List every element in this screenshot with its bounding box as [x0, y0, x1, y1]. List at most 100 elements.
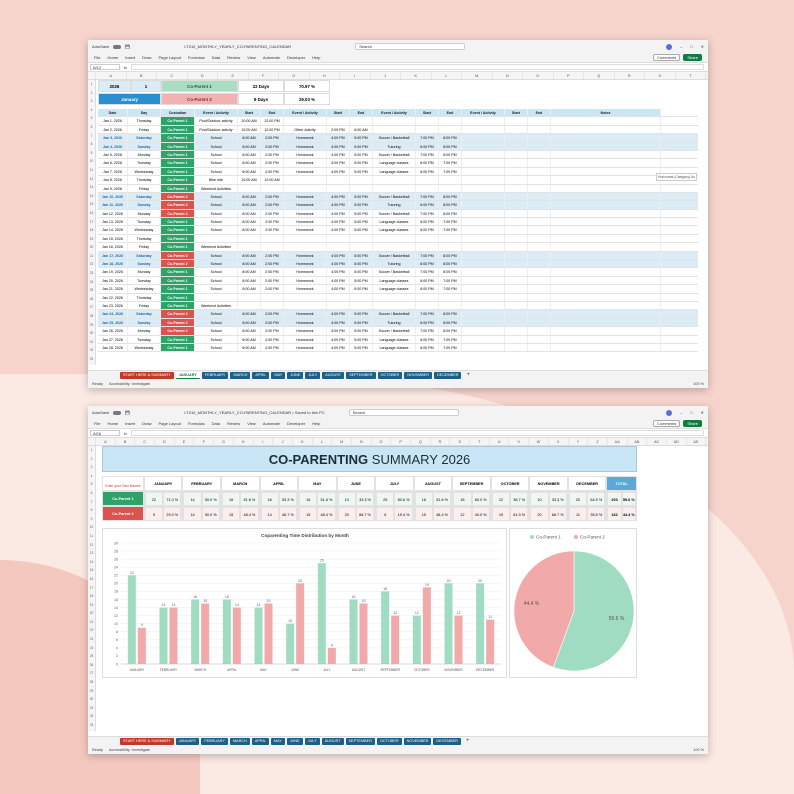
calendar-cell[interactable]: 6:00 PM — [416, 218, 439, 226]
p2-name-cell[interactable]: Co-Parent 2 — [102, 506, 144, 521]
calendar-cell[interactable] — [528, 192, 551, 201]
calendar-header-cell[interactable]: End — [439, 109, 462, 117]
calendar-header-cell[interactable]: End — [528, 109, 551, 117]
ribbon-tab-automate[interactable]: Automate — [263, 421, 280, 426]
calendar-cell[interactable]: 6:00 PM — [416, 142, 439, 150]
calendar-cell[interactable]: Jan 25, 2026 — [98, 318, 128, 327]
calendar-cell[interactable]: 5:00 PM — [350, 142, 373, 150]
calendar-cell[interactable] — [505, 134, 528, 142]
calendar-cell[interactable] — [551, 268, 661, 276]
calendar-cell[interactable] — [505, 159, 528, 167]
column-header[interactable]: R — [431, 438, 451, 445]
calendar-cell[interactable] — [505, 243, 528, 251]
comments-button[interactable]: Comments — [652, 54, 681, 61]
calendar-cell[interactable]: 7:00 PM — [439, 335, 462, 343]
calendar-cell[interactable]: Weekend Activities — [195, 243, 238, 251]
calendar-cell[interactable]: School — [195, 276, 238, 285]
calendar-cell[interactable] — [528, 176, 551, 184]
calendar-cell[interactable] — [528, 293, 551, 301]
calendar-cell[interactable]: Weekend Activities — [195, 301, 238, 310]
calendar-cell[interactable] — [551, 276, 661, 285]
calendar-cell[interactable] — [462, 201, 505, 209]
row-header[interactable]: 8 — [88, 506, 95, 515]
calendar-cell[interactable]: Co-Parent 2 — [161, 209, 195, 218]
calendar-cell[interactable]: 2:00 PM — [261, 142, 284, 150]
p2-month-cell[interactable]: 15 48.4 % — [413, 506, 453, 521]
ribbon-tab-view[interactable]: View — [247, 55, 256, 60]
calendar-cell[interactable] — [327, 243, 350, 251]
calendar-cell[interactable] — [373, 176, 416, 184]
row-header[interactable]: 31 — [88, 338, 95, 347]
zoom-level[interactable]: 100 % — [693, 748, 704, 752]
calendar-cell[interactable]: Soccer / Basketball — [373, 134, 416, 142]
calendar-cell[interactable]: Jan 19, 2026 — [98, 268, 128, 276]
calendar-cell[interactable]: School — [195, 327, 238, 335]
calendar-cell[interactable]: 2:00 PM — [261, 260, 284, 268]
calendar-cell[interactable] — [528, 285, 551, 293]
calendar-cell[interactable] — [462, 285, 505, 293]
calendar-cell[interactable]: 6:00 PM — [416, 226, 439, 234]
calendar-cell[interactable] — [528, 310, 551, 318]
calendar-header-cell[interactable]: Custodian — [161, 109, 195, 117]
row-header[interactable]: 20 — [88, 243, 95, 252]
calendar-cell[interactable]: 4:00 PM — [327, 150, 350, 159]
sheet-tab-march[interactable]: MARCH — [229, 738, 250, 745]
calendar-cell[interactable] — [462, 150, 505, 159]
sheet-tab-june[interactable]: JUNE — [286, 738, 303, 745]
row-header[interactable]: 29 — [88, 687, 95, 696]
sheet-tab-june[interactable]: JUNE — [287, 372, 304, 379]
ribbon-tab-home[interactable]: Home — [107, 421, 118, 426]
calendar-cell[interactable]: 4:00 PM — [327, 201, 350, 209]
calendar-cell[interactable] — [462, 125, 505, 134]
calendar-cell[interactable] — [327, 176, 350, 184]
column-header[interactable]: B — [116, 438, 136, 445]
calendar-cell[interactable]: Jan 12, 2026 — [98, 209, 128, 218]
row-header[interactable]: 25 — [88, 652, 95, 661]
calendar-cell[interactable]: Friday — [128, 125, 161, 134]
calendar-cell[interactable]: 7:00 PM — [416, 150, 439, 159]
calendar-cell[interactable]: Jan 3, 2026 — [98, 134, 128, 142]
calendar-cell[interactable]: 7:00 PM — [416, 209, 439, 218]
calendar-cell[interactable]: Co-Parent 2 — [161, 201, 195, 209]
calendar-cell[interactable]: Homework — [284, 285, 327, 293]
calendar-cell[interactable] — [505, 167, 528, 176]
row-header[interactable]: 26 — [88, 295, 95, 304]
row-header[interactable]: 21 — [88, 252, 95, 261]
calendar-cell[interactable] — [528, 335, 551, 343]
calendar-cell[interactable] — [462, 251, 505, 260]
calendar-cell[interactable] — [416, 234, 439, 243]
calendar-cell[interactable]: Tuesday — [128, 335, 161, 343]
row-header[interactable]: 2 — [88, 89, 95, 98]
calendar-cell[interactable] — [505, 117, 528, 125]
calendar-cell[interactable] — [350, 117, 373, 125]
calendar-cell[interactable] — [439, 301, 462, 310]
calendar-cell[interactable] — [528, 268, 551, 276]
calendar-cell[interactable] — [528, 301, 551, 310]
row-header[interactable]: 33 — [88, 355, 95, 364]
calendar-cell[interactable] — [528, 234, 551, 243]
calendar-cell[interactable] — [551, 243, 661, 251]
calendar-cell[interactable] — [528, 167, 551, 176]
calendar-cell[interactable]: 5:00 PM — [350, 260, 373, 268]
calendar-cell[interactable]: School — [195, 218, 238, 226]
row-header[interactable]: 11 — [88, 166, 95, 175]
calendar-cell[interactable] — [373, 243, 416, 251]
row-header[interactable]: 29 — [88, 321, 95, 330]
row-header[interactable]: 18 — [88, 226, 95, 235]
calendar-cell[interactable] — [462, 243, 505, 251]
calendar-cell[interactable]: Co-Parent 2 — [161, 310, 195, 318]
calendar-cell[interactable]: 5:00 PM — [350, 134, 373, 142]
calendar-cell[interactable]: School — [195, 268, 238, 276]
calendar-cell[interactable]: 4:00 PM — [327, 260, 350, 268]
calendar-cell[interactable]: 8:00 AM — [238, 285, 261, 293]
calendar-cell[interactable]: School — [195, 201, 238, 209]
calendar-cell[interactable]: 4:00 PM — [327, 327, 350, 335]
calendar-cell[interactable] — [462, 134, 505, 142]
row-header[interactable]: 12 — [88, 175, 95, 184]
calendar-header-cell[interactable]: Notes — [551, 109, 661, 117]
calendar-cell[interactable]: 7:00 PM — [416, 251, 439, 260]
calendar-cell[interactable] — [462, 226, 505, 234]
p1-month-cell[interactable]: 20 64.5 % — [567, 491, 607, 506]
calendar-cell[interactable]: 10:00 AM — [238, 125, 261, 134]
calendar-cell[interactable] — [505, 226, 528, 234]
